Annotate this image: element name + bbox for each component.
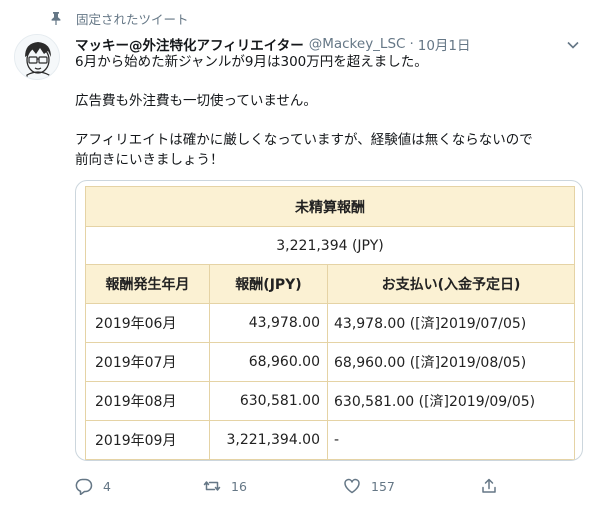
chevron-down-icon[interactable]: [566, 38, 580, 52]
cell-month: 2019年07月: [85, 342, 210, 382]
column-header: 報酬発生年月: [85, 264, 210, 304]
tweet-actions: 4 16 157: [75, 474, 505, 498]
table-row: 2019年06月 43,978.00 43,978.00 ([済]2019/07…: [85, 303, 575, 343]
retweet-button[interactable]: 16: [203, 474, 247, 498]
table-row: 2019年08月 630,581.00 630,581.00 ([済]2019/…: [85, 381, 575, 421]
share-button[interactable]: [480, 474, 508, 498]
author-name[interactable]: マッキー@外注特化アフィリエイター: [75, 34, 304, 54]
cell-payment: 43,978.00 ([済]2019/07/05): [327, 303, 575, 343]
cell-month: 2019年08月: [85, 381, 210, 421]
cell-payment: -: [327, 420, 575, 460]
table-header-row: 報酬発生年月 報酬(JPY) お支払い(入金予定日): [85, 264, 575, 304]
header-separator: ·: [409, 36, 414, 52]
cell-amount: 68,960.00: [209, 342, 328, 382]
share-icon: [482, 478, 496, 493]
cell-payment: 68,960.00 ([済]2019/08/05): [327, 342, 575, 382]
table-row: 2019年07月 68,960.00 68,960.00 ([済]2019/08…: [85, 342, 575, 382]
pinned-text: 固定されたツイート: [76, 11, 189, 27]
rewards-table: 未精算報酬 3,221,394 (JPY) 報酬発生年月 報酬(JPY) お支払…: [85, 186, 575, 460]
cell-payment: 630,581.00 ([済]2019/09/05): [327, 381, 575, 421]
like-button[interactable]: 157: [343, 474, 395, 498]
table-total: 3,221,394 (JPY): [85, 226, 575, 265]
cell-amount: 3,221,394.00: [209, 420, 328, 460]
reply-icon: [75, 478, 93, 495]
like-icon: [344, 478, 360, 494]
tweet-text: 6月から始めた新ジャンルが9月は300万円を超えました。 広告費も外注費も一切使…: [75, 53, 582, 170]
tweet-header: マッキー@外注特化アフィリエイター @Mackey_LSC · 10月1日: [75, 34, 580, 54]
retweet-icon: [203, 481, 221, 491]
table-row: 2019年09月 3,221,394.00 -: [85, 420, 575, 460]
avatar[interactable]: [14, 34, 60, 80]
cell-month: 2019年06月: [85, 303, 210, 343]
reply-button[interactable]: 4: [75, 474, 111, 498]
tweet-line: 6月から始めた新ジャンルが9月は300万円を超えました。: [75, 54, 428, 70]
pin-icon: [50, 11, 64, 25]
table-title: 未精算報酬: [85, 186, 575, 227]
pinned-tweet-label: 固定されたツイート: [50, 9, 189, 27]
cell-amount: 630,581.00: [209, 381, 328, 421]
tweet-line: 広告費も外注費も一切使っていません。: [75, 93, 317, 109]
column-header: 報酬(JPY): [209, 264, 328, 304]
tweet-date[interactable]: 10月1日: [418, 34, 471, 54]
cell-amount: 43,978.00: [209, 303, 328, 343]
tweet-line: アフィリエイトは確かに厳しくなっていますが、経験値は無くならないので: [75, 132, 533, 148]
tweet-line: 前向きにいきましょう！: [75, 151, 224, 168]
like-count: 157: [371, 478, 395, 494]
retweet-count: 16: [231, 478, 247, 494]
tweet-image[interactable]: 未精算報酬 3,221,394 (JPY) 報酬発生年月 報酬(JPY) お支払…: [75, 180, 583, 461]
cell-month: 2019年09月: [85, 420, 210, 460]
reply-count: 4: [103, 478, 111, 494]
column-header: お支払い(入金予定日): [327, 264, 575, 304]
author-handle[interactable]: @Mackey_LSC: [309, 36, 406, 52]
